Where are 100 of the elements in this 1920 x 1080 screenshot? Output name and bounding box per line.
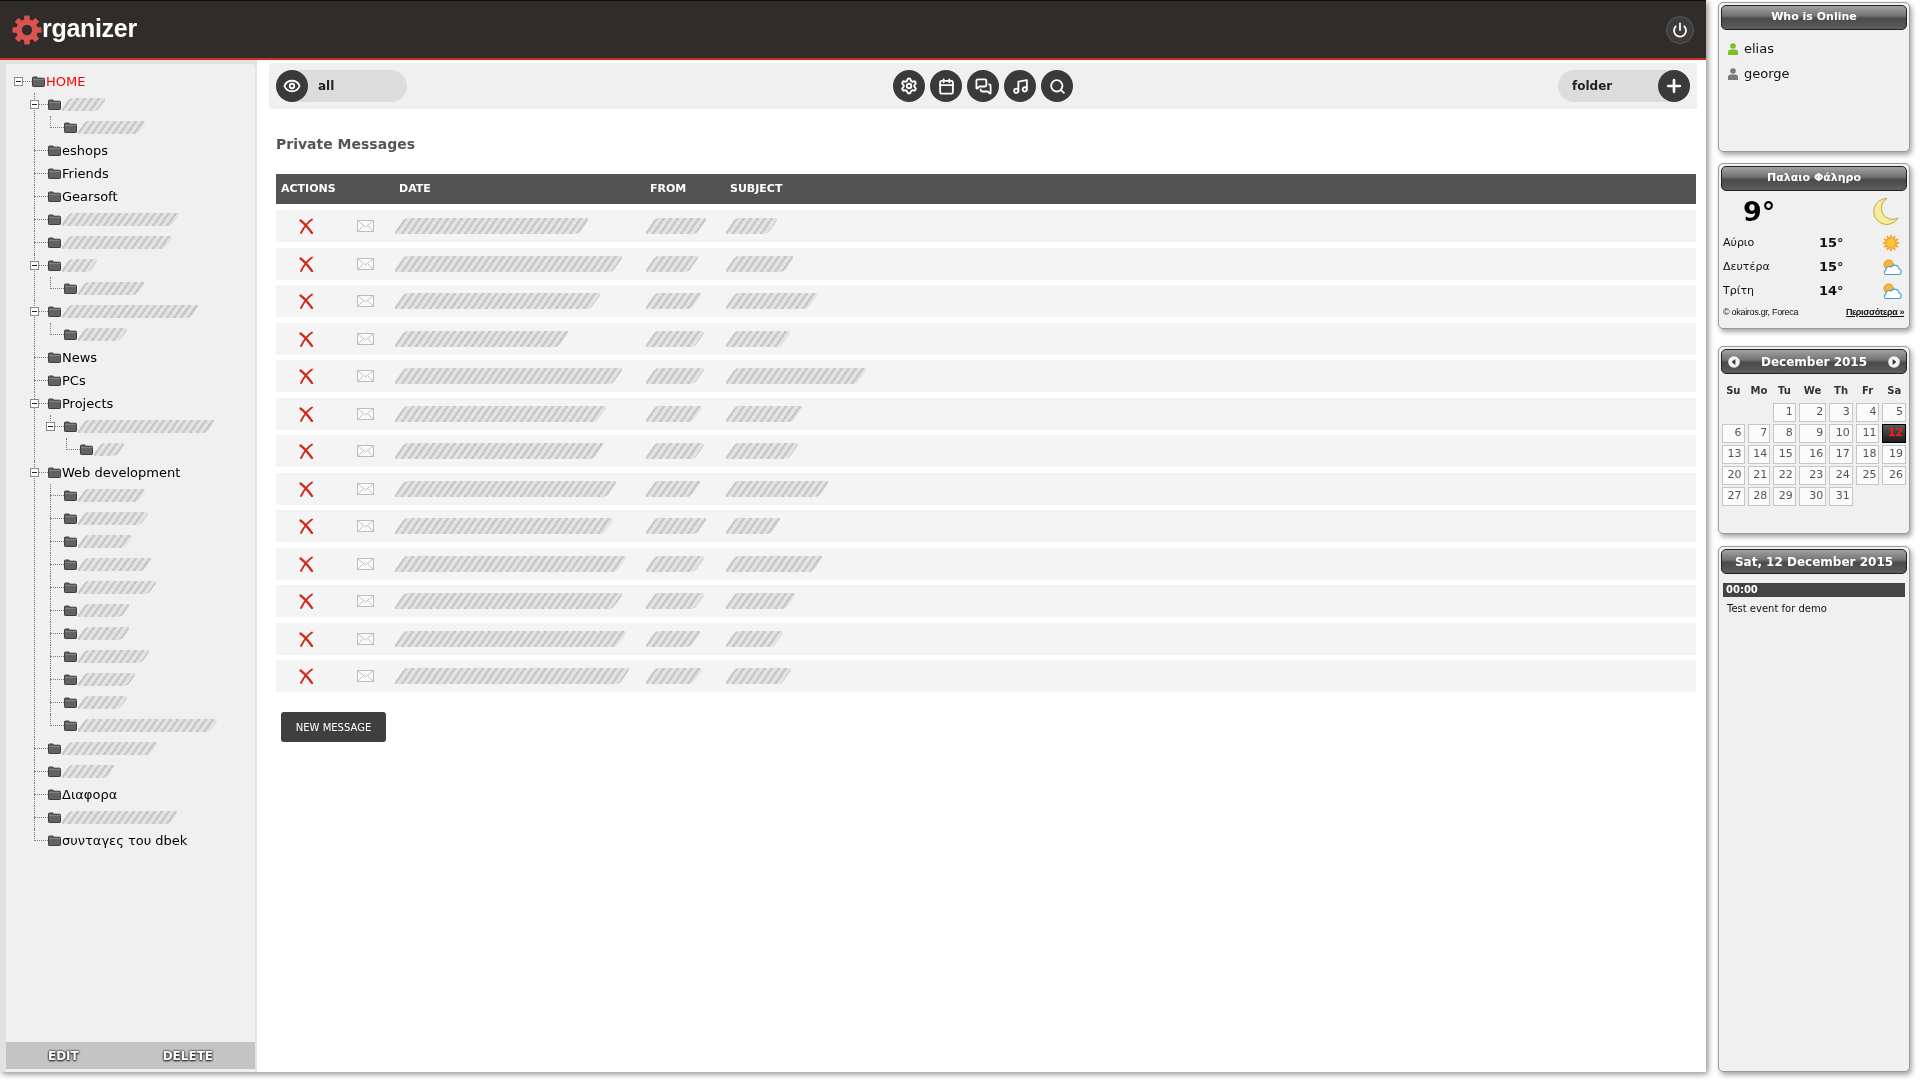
folder-icon [48,214,61,225]
folder-label[interactable]: συνταγες του dbek [62,830,188,851]
calendar-day[interactable]: 6 [1722,424,1745,443]
user-name[interactable]: george [1744,63,1790,84]
new-message-button[interactable]: NEW MESSAGE [281,712,386,742]
delete-icon[interactable] [298,555,314,572]
page-title: Private Messages [276,135,415,153]
plus-icon [1664,76,1684,96]
panel-title: Who is Online [1721,5,1907,30]
calendar-day[interactable]: 29 [1773,487,1796,506]
music-button[interactable] [1004,70,1036,102]
calendar-day[interactable]: 16 [1798,445,1827,464]
calendar-day[interactable]: 20 [1722,466,1745,485]
calendar-day[interactable]: 22 [1773,466,1796,485]
delete-icon[interactable] [298,443,314,459]
calendar-day[interactable]: 7 [1747,424,1771,443]
cloud-sun-icon [1880,258,1902,276]
settings-button[interactable] [893,70,925,102]
folder-label[interactable]: Διαφορα [62,784,118,805]
folder-label[interactable]: Projects [62,393,114,414]
folder-icon [48,145,61,156]
delete-icon[interactable] [298,630,314,647]
folder-label[interactable]: eshops [62,140,108,161]
more-link[interactable]: Περισσότερα » [1845,306,1904,320]
calendar-day[interactable]: 23 [1798,466,1827,485]
calendar-day[interactable]: 5 [1882,403,1906,422]
collapse-icon[interactable] [30,100,39,109]
delete-icon[interactable] [298,518,314,534]
folder-icon [48,375,61,386]
power-icon [1672,21,1688,38]
calendar-day[interactable]: 10 [1829,424,1853,443]
view-filter-button[interactable]: all [276,70,407,102]
collapse-icon[interactable] [30,307,39,316]
folder-icon [64,559,77,570]
delete-icon[interactable] [298,668,314,684]
folder-label[interactable]: Web development [62,462,181,483]
folder-icon [80,444,93,455]
folder-label[interactable]: News [62,347,98,368]
column-header: ACTIONS [281,180,336,197]
calendar-day[interactable]: 26 [1882,466,1906,485]
folder-label[interactable]: PCs [62,370,86,391]
forecast-temperature: 14° [1819,282,1844,301]
calendar-day[interactable]: 13 [1722,445,1745,464]
calendar-day[interactable]: 14 [1747,445,1771,464]
folder-icon [64,421,77,432]
folder-icon [48,398,61,409]
calendar-day[interactable]: 30 [1798,487,1827,506]
delete-icon[interactable] [298,480,314,497]
delete-icon[interactable] [298,593,314,609]
collapse-icon[interactable] [30,261,39,270]
delete-icon[interactable] [298,405,314,422]
delete-icon[interactable] [298,255,314,272]
folder-icon [48,99,61,110]
folder-button[interactable]: folder [1558,70,1690,102]
delete-icon[interactable] [298,293,314,309]
calendar-day[interactable]: 2 [1798,403,1827,422]
calendar-day[interactable]: 25 [1855,466,1880,485]
chat-button[interactable] [967,70,999,102]
forecast-day: Δευτέρα [1723,258,1770,276]
folder-label[interactable]: Gearsoft [62,186,118,207]
calendar-day[interactable]: 15 [1773,445,1796,464]
folder-icon [64,490,77,501]
calendar-day[interactable]: 18 [1855,445,1880,464]
calendar-day[interactable]: 28 [1747,487,1771,506]
current-temperature: 9° [1743,197,1776,225]
folder-icon [64,628,77,639]
collapse-icon[interactable] [30,399,39,408]
delete-icon[interactable] [298,368,314,384]
search-button[interactable] [1041,70,1073,102]
calendar-day[interactable]: 21 [1747,466,1771,485]
calendar-day[interactable]: 19 [1882,445,1906,464]
calendar-day[interactable]: 11 [1855,424,1880,443]
folder-icon [32,76,45,87]
calendar-day[interactable]: 24 [1829,466,1853,485]
folder-icon [48,352,61,363]
collapse-icon[interactable] [14,77,23,86]
folder-label[interactable]: Friends [62,163,109,184]
folder-icon [48,306,61,317]
folder-icon [64,536,77,547]
weekday-label: Tu [1778,384,1791,398]
collapse-icon[interactable] [30,468,39,477]
calendar-day[interactable]: 9 [1798,424,1827,443]
folder-icon [48,766,61,777]
calendar-day[interactable]: 27 [1722,487,1745,506]
calendar-day[interactable]: 4 [1855,403,1880,422]
calendar-button[interactable] [930,70,962,102]
calendar-day[interactable]: 1 [1773,403,1796,422]
calendar-day[interactable]: 8 [1773,424,1796,443]
collapse-icon[interactable] [46,422,55,431]
calendar-day[interactable]: 31 [1829,487,1853,506]
user-name[interactable]: elias [1744,38,1774,59]
delete-icon[interactable] [298,330,314,347]
calendar-day[interactable]: 3 [1829,403,1853,422]
forecast-day: Τρίτη [1723,282,1755,300]
folder-label[interactable]: HOME [46,71,86,92]
power-button[interactable] [1666,15,1694,44]
event-title[interactable]: Test event for demo [1727,601,1827,616]
folder-icon [48,467,61,478]
calendar-day[interactable]: 17 [1829,445,1853,464]
delete-icon[interactable] [298,218,314,234]
